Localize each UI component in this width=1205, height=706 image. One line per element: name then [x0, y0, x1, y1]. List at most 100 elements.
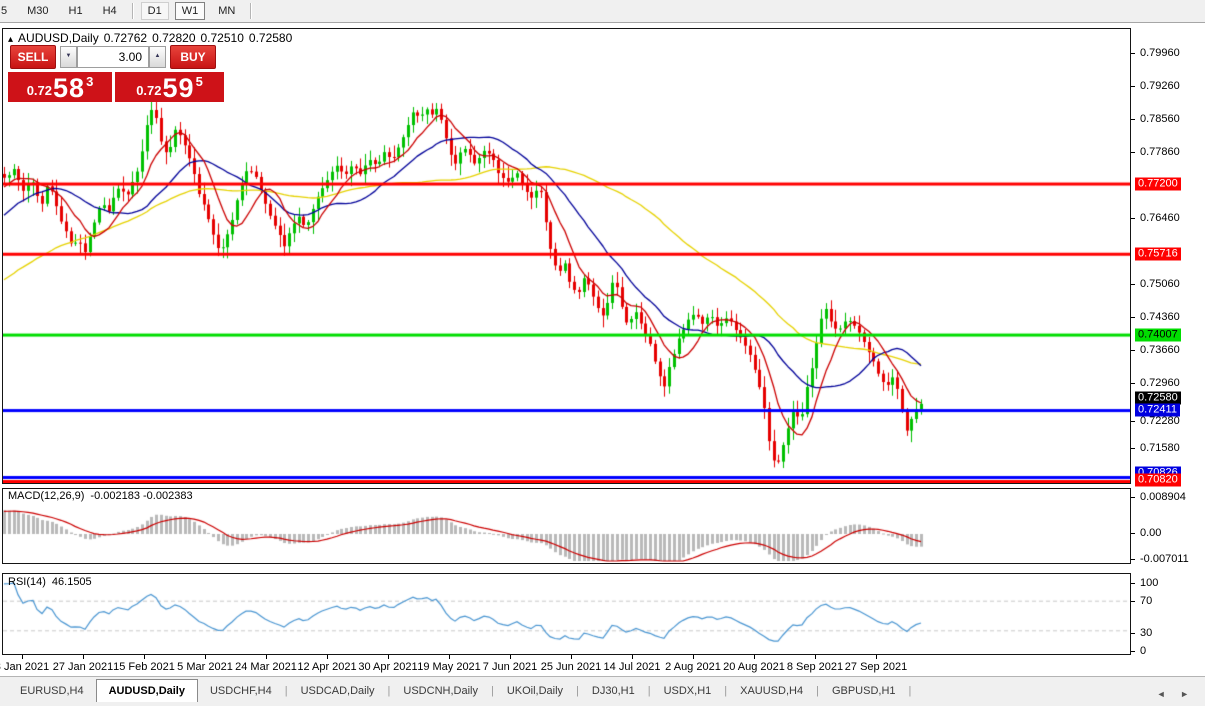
price-tick-label: 70 — [1140, 595, 1153, 607]
timeframe-button-h1[interactable]: H1 — [62, 2, 90, 20]
price-axis-tick — [1131, 497, 1135, 498]
macd-name: MACD(12,26,9) — [8, 490, 85, 502]
price-tick-label: 0.75060 — [1140, 278, 1180, 290]
window-bottom-edge — [0, 702, 1205, 706]
price-axis-tick — [1131, 601, 1135, 602]
tab-gbpusd-h1[interactable]: GBPUSD,H1 — [820, 680, 908, 703]
tab-dj30-h1[interactable]: DJ30,H1 — [580, 680, 647, 703]
price-axis: 0.79960 0.79260 0.78560 0.77860 0.76460 0.750… — [1131, 24, 1205, 674]
timeframe-button-d1[interactable]: D1 — [140, 2, 169, 20]
time-axis-tick — [449, 655, 450, 659]
price-tick-label: 0.00 — [1140, 527, 1162, 539]
toolbar-separator — [250, 3, 252, 19]
time-axis-tick — [815, 655, 816, 659]
tab-eurusd-h4[interactable]: EURUSD,H4 — [8, 680, 96, 703]
price-axis-tick — [1131, 651, 1135, 652]
volume-increase-button[interactable]: ▲ — [149, 46, 166, 68]
sell-price-pip: 3 — [86, 74, 94, 89]
date-label: 20 Aug 2021 — [723, 661, 785, 673]
tab-audusd-daily[interactable]: AUDUSD,Daily — [95, 679, 198, 703]
date-label: 2 Aug 2021 — [665, 661, 721, 673]
price-tick-label: 0.72960 — [1140, 377, 1180, 389]
collapse-icon[interactable]: ▴ — [8, 34, 13, 45]
date-label: 7 Jun 2021 — [482, 661, 538, 673]
date-label: 15 Feb 2021 — [113, 661, 175, 673]
toolbar-separator — [131, 3, 133, 19]
price-axis-tick — [1131, 152, 1135, 153]
ohlc-open: 0.72762 — [103, 31, 148, 45]
time-axis-tick — [205, 655, 206, 659]
price-tick-label: 0.79260 — [1140, 80, 1180, 92]
tab-usdchf-h4[interactable]: USDCHF,H4 — [198, 680, 284, 703]
time-axis-tick — [327, 655, 328, 659]
price-axis-tick — [1131, 86, 1135, 87]
tab-scroll-arrows: ◄ ► — [1145, 689, 1189, 699]
price-axis-tick — [1131, 53, 1135, 54]
date-label: 5 Mar 2021 — [177, 661, 233, 673]
price-axis-tick — [1131, 119, 1135, 120]
timeframe-button-h4[interactable]: H4 — [96, 2, 124, 20]
tab-xauusd-h4[interactable]: XAUUSD,H4 — [728, 680, 815, 703]
macd-values: -0.002183 -0.002383 — [90, 490, 193, 502]
price-axis-tick — [1131, 317, 1135, 318]
buy-price-tile[interactable]: 0.72 59 5 — [115, 72, 224, 102]
time-axis-tick — [632, 655, 633, 659]
tab-ukoil-daily[interactable]: UKOil,Daily — [495, 680, 575, 703]
price-tick-label: 0.008904 — [1140, 491, 1186, 503]
tab-scroll-left-icon[interactable]: ◄ — [1157, 689, 1166, 699]
price-tick-label: 0.71580 — [1140, 442, 1180, 454]
timeframe-button-w1[interactable]: W1 — [174, 2, 206, 20]
buy-price-prefix: 0.72 — [136, 83, 162, 98]
time-axis-tick — [510, 655, 511, 659]
time-axis-tick — [571, 655, 572, 659]
price-tick-label: 0 — [1140, 645, 1147, 657]
time-axis-tick — [876, 655, 877, 659]
price-tick-label: 0.76460 — [1140, 212, 1180, 224]
macd-label: MACD(12,26,9) -0.002183 -0.002383 — [8, 490, 199, 502]
price-level-label: 0.72411 — [1135, 403, 1180, 417]
ohlc-close: 0.72580 — [248, 31, 293, 45]
rsi-label: RSI(14) 46.1505 — [8, 576, 98, 588]
sell-price-tile[interactable]: 0.72 58 3 — [8, 72, 112, 102]
price-axis-tick — [1131, 383, 1135, 384]
price-axis-tick — [1131, 350, 1135, 351]
time-axis-tick — [388, 655, 389, 659]
price-tick-label: 0.72280 — [1140, 415, 1180, 427]
ohlc-high: 0.72820 — [152, 31, 196, 45]
timeframe-button-m30[interactable]: M30 — [20, 2, 55, 20]
chart-symbol-label: AUDUSD,Daily — [18, 31, 99, 45]
date-label: 27 Sep 2021 — [844, 661, 908, 673]
sell-button[interactable]: SELL — [10, 45, 56, 69]
price-axis-tick — [1131, 284, 1135, 285]
timeframe-button-5[interactable]: 5 — [0, 2, 14, 20]
tab-usdcnh-daily[interactable]: USDCNH,Daily — [391, 680, 490, 703]
tab-separator: | — [908, 685, 912, 697]
tab-scroll-right-icon[interactable]: ► — [1180, 689, 1189, 699]
one-click-trading-panel: SELL ▼ ▲ BUY 0.72 58 3 0.72 59 5 — [8, 45, 224, 102]
date-label: 8 Jan 2021 — [0, 661, 50, 673]
volume-decrease-button[interactable]: ▼ — [60, 46, 77, 68]
price-axis-tick — [1131, 533, 1135, 534]
symbol-tabs: EURUSD,H4 AUDUSD,Daily USDCHF,H4 | USDCAD,Da… — [0, 676, 1205, 703]
rsi-name: RSI(14) — [8, 576, 46, 588]
time-axis-tick — [754, 655, 755, 659]
time-axis-tick — [266, 655, 267, 659]
timeframe-button-mn[interactable]: MN — [211, 2, 242, 20]
buy-button[interactable]: BUY — [170, 45, 216, 69]
time-axis-tick — [144, 655, 145, 659]
tab-usdcad-daily[interactable]: USDCAD,Daily — [289, 680, 387, 703]
price-level-label: 0.74007 — [1135, 328, 1181, 342]
rsi-value: 46.1505 — [51, 576, 92, 588]
time-axis: 8 Jan 2021 27 Jan 2021 15 Feb 2021 5 Mar 20… — [0, 655, 1131, 675]
date-label: 27 Jan 2021 — [52, 661, 114, 673]
volume-input[interactable] — [77, 46, 149, 68]
tab-usdx-h1[interactable]: USDX,H1 — [652, 680, 724, 703]
price-level-label: 0.77200 — [1135, 177, 1181, 191]
sell-price-big: 58 — [53, 73, 86, 103]
price-level-label: 0.70820 — [1135, 473, 1181, 487]
date-label: 12 Apr 2021 — [297, 661, 357, 673]
rsi-indicator-canvas[interactable] — [3, 574, 1130, 654]
date-label: 14 Jul 2021 — [603, 661, 661, 673]
date-label: 19 May 2021 — [417, 661, 481, 673]
price-axis-tick — [1131, 633, 1135, 634]
